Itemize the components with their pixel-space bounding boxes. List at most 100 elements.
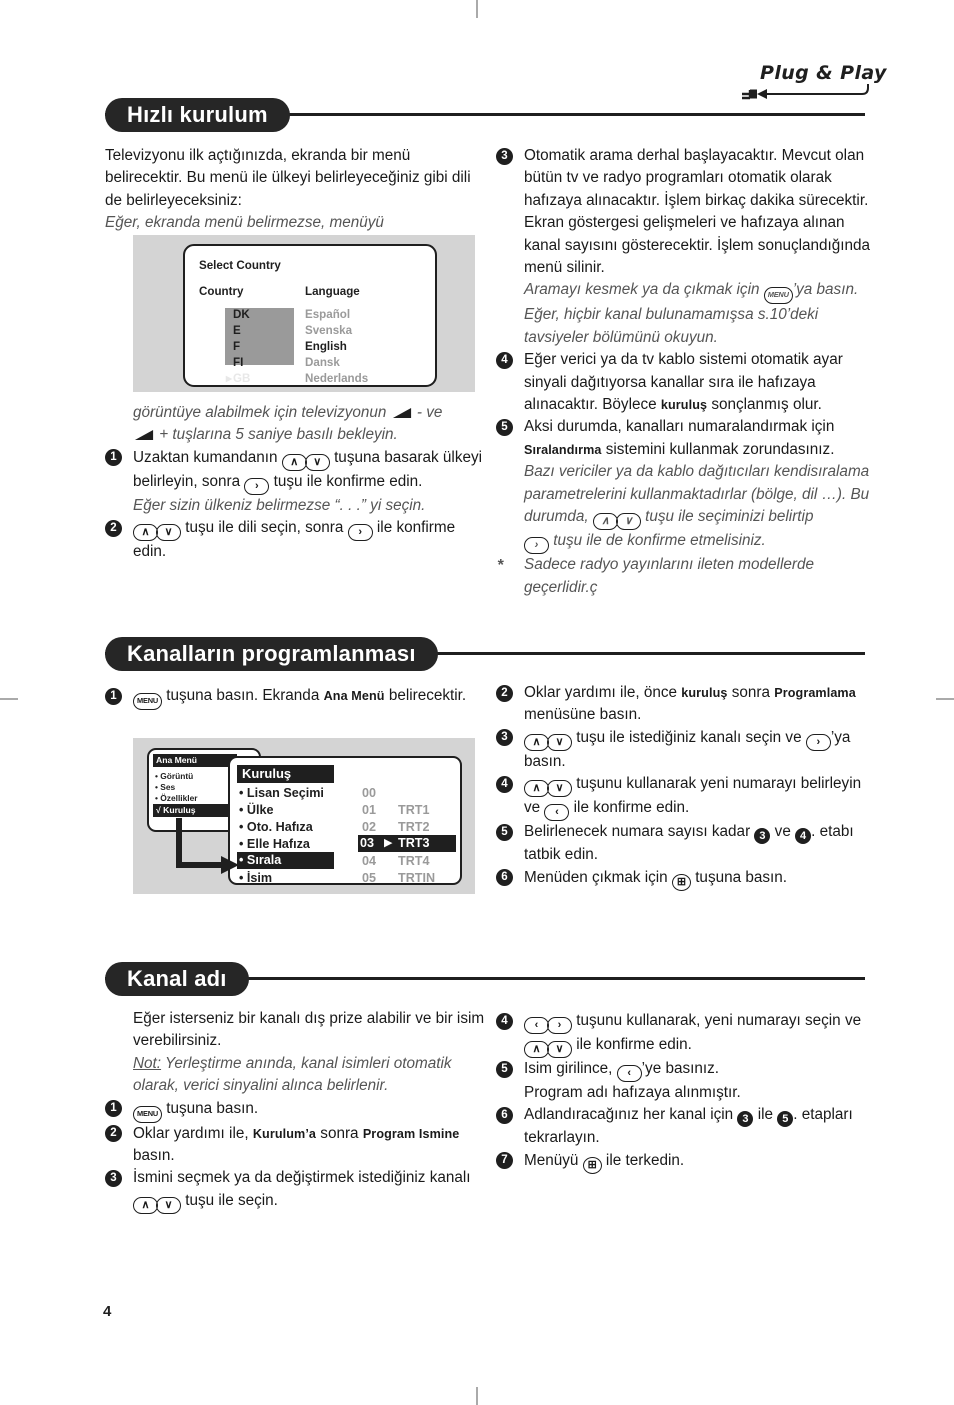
key-right-icon[interactable]: › (524, 537, 549, 555)
osd-channel-number[interactable]: 05 (362, 870, 376, 886)
key-right-icon[interactable]: › (347, 524, 373, 542)
key-left-icon[interactable]: ‹ (616, 1065, 642, 1082)
osd-channel-name[interactable]: TRT1 (398, 802, 429, 818)
osd-main-menu-item[interactable]: • Görüntü (155, 771, 193, 782)
bullet-icon: • (155, 771, 158, 781)
quick-install-step-5: 5 Aksi durumda, kanalları numaralandırma… (496, 416, 881, 461)
osd-language-item[interactable]: Nederlands (305, 371, 368, 387)
osd-channel-number[interactable]: 04 (362, 853, 376, 869)
key-down-icon[interactable]: ∨ (547, 780, 572, 798)
footnote-text: Sadece radyo yayınlarını ileten modeller… (524, 556, 814, 596)
step-number-badge: 6 (496, 869, 513, 887)
key-up-icon[interactable]: ∧ (524, 733, 549, 751)
menu-key-icon[interactable]: MENU (133, 1105, 162, 1123)
osd-language-list: Español Svenska English Dansk Nederlands (305, 307, 368, 387)
osd-setup-item[interactable]: • Elle Hafıza (239, 836, 310, 852)
channel-programming-step-4: 4 ∧ ∨ tuşunu kullanarak yeni numarayı bel… (496, 773, 881, 822)
osd-channel-highlight-number: 03 (360, 836, 375, 850)
osd-setup-item[interactable]: • Lisan Seçimi (239, 785, 324, 801)
key-left-icon[interactable]: ‹ (524, 1017, 549, 1034)
key-left-icon[interactable]: ‹ (544, 804, 570, 822)
step4-text-b: sonçlanmış olur. (711, 396, 822, 414)
exit-key-icon[interactable]: ⊞ (671, 873, 691, 891)
osd-language-item[interactable]: Español (305, 307, 368, 323)
flow-arrow-icon (176, 818, 239, 874)
osd-country-item[interactable]: E (233, 323, 250, 339)
osd-setup-menu: Kuruluş • Lisan Seçimi • Ülke • Oto. Haf… (228, 756, 462, 885)
osd-channel-name[interactable]: TRT4 (398, 853, 429, 869)
osd-main-menu-selected-label: Kuruluş (163, 805, 196, 815)
osd-language-item[interactable]: Dansk (305, 355, 368, 371)
key-up-icon[interactable]: ∧ (524, 1041, 549, 1058)
key-up-icon[interactable]: ∧ (133, 524, 158, 542)
quick-install-step-3: 3 Otomatik arama derhal başlayacaktır. M… (496, 145, 881, 279)
inline-step-ref-4: 4 (795, 828, 812, 845)
key-down-icon[interactable]: ∨ (547, 733, 572, 751)
osd-setup-item-highlighted[interactable]: • Sırala (237, 852, 334, 869)
quick-install-step-2: 2 ∧ ∨ tuşu ile dili seçin, sonra › ile ko… (105, 517, 485, 563)
osd-channel-arrow-icon: ▶ (384, 837, 393, 849)
osd-main-menu-item-label: Özellikler (160, 793, 198, 803)
step5-text-a: Belirlenecek numara sayısı kadar (524, 823, 751, 841)
osd-country-item[interactable]: FI (233, 355, 250, 371)
key-down-icon[interactable]: ∨ (547, 1041, 572, 1058)
key-up-icon[interactable]: ∧ (592, 513, 618, 531)
key-right-icon[interactable]: › (547, 1017, 572, 1034)
osd-channel-name[interactable]: TRT2 (398, 819, 429, 835)
key-right-icon[interactable]: › (805, 733, 831, 751)
key-up-icon[interactable]: ∧ (133, 1196, 158, 1214)
osd-channel-row-highlighted[interactable]: 03 ▶ TRT3 (358, 835, 456, 852)
menu-key-icon[interactable]: MENU (763, 287, 793, 305)
step-number-badge: 1 (105, 687, 122, 705)
channel-name-step-3: 3 İsmini seçmek ya da değiştirmek istedi… (105, 1167, 485, 1214)
step1-bold-term: Ana Menü (323, 689, 385, 703)
step6-text-mid: ile (757, 1106, 773, 1124)
osd-language-item-selected[interactable]: English (305, 339, 368, 355)
exit-key-icon[interactable]: ⊞ (582, 1156, 602, 1174)
osd-country-item[interactable]: DK (233, 307, 250, 323)
step-number-badge: 3 (496, 729, 513, 747)
step6-text-a: Adlandıracağınız her kanal için (524, 1106, 734, 1124)
osd-country-item[interactable]: F (233, 339, 250, 355)
menu-key-icon[interactable]: MENU (133, 693, 162, 710)
osd-setup-item[interactable]: • Ülke (239, 802, 274, 818)
channel-programming-step-6: 6 Menüden çıkmak için ⊞ tuşuna basın. (496, 867, 881, 891)
key-down-icon[interactable]: ∨ (156, 524, 181, 542)
volume-icon (134, 430, 154, 441)
quick-install-intro-italic: Eğer, ekranda menü belirmezse, menüyü (105, 214, 384, 232)
channel-programming-step-1: 1 MENU tuşuna basın. Ekranda Ana Menü be… (105, 685, 485, 710)
osd-main-menu-item[interactable]: • Ses (155, 782, 175, 793)
osd-channel-number[interactable]: 01 (362, 802, 376, 818)
channel-programming-step-5: 5 Belirlenecek numara sayısı kadar 3 ve … (496, 821, 881, 866)
osd-main-menu-selected-bar[interactable]: √ Kuruluş (153, 804, 237, 817)
step5-text-mid: ve (774, 823, 791, 841)
step-number-badge: 3 (496, 147, 513, 165)
osd-setup-item[interactable]: • Oto. Hafıza (239, 819, 313, 835)
osd-channel-name[interactable]: TRTIN (398, 870, 435, 886)
key-up-icon[interactable]: ∧ (524, 780, 549, 798)
step5-text-b: ’ye basınız. (641, 1060, 720, 1077)
osd-country-item-selected[interactable]: ▸ GB (226, 371, 251, 387)
channel-name-left-column: Eğer isterseniz bir kanalı dış prize ala… (105, 1008, 485, 1214)
key-down-icon[interactable]: ∨ (156, 1196, 181, 1214)
osd-channel-number[interactable]: 02 (362, 819, 376, 835)
key-down-icon[interactable]: ∨ (615, 513, 641, 531)
osd-main-menu-item[interactable]: • Özellikler (155, 793, 198, 804)
osd-setup-item[interactable]: • İsim (239, 870, 272, 886)
key-up-icon[interactable]: ∧ (281, 453, 307, 471)
osd-language-item[interactable]: Svenska (305, 323, 368, 339)
osd-channel-number[interactable]: 00 (362, 785, 376, 801)
key-right-icon[interactable]: › (244, 477, 270, 495)
step5-text-c: Program adı hafızaya alınmıştır. (524, 1084, 741, 1101)
step2-text-c: basın. (133, 1147, 175, 1165)
step7-text-b: ile terkedin. (605, 1151, 685, 1169)
step-number-badge: 2 (105, 1125, 122, 1143)
plug-and-play-logo: Plug & Play (740, 62, 886, 110)
channel-name-right-column: 4 ‹ › tuşunu kullanarak, yeni numarayı se… (496, 1010, 881, 1174)
key-down-icon[interactable]: ∨ (304, 453, 330, 471)
plug-cable-icon (742, 84, 869, 100)
step-number-badge: 6 (496, 1106, 513, 1124)
osd-country-list: DK E F FI ▸ GB (226, 307, 251, 387)
osd-country-selected-label: GB (233, 372, 251, 385)
step-number-badge: 4 (496, 775, 513, 793)
